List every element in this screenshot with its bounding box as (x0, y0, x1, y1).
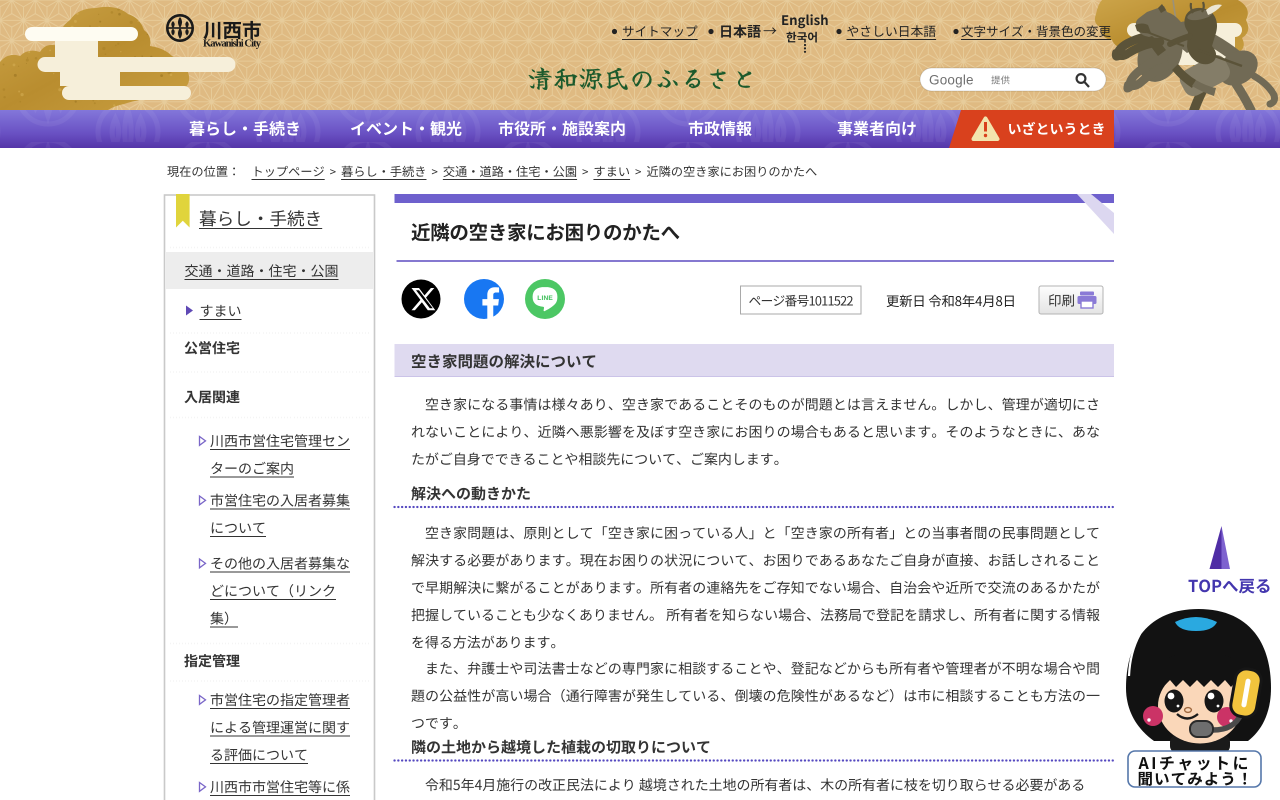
svg-text:LINE: LINE (537, 295, 553, 302)
svg-text:Kawanishi City: Kawanishi City (203, 39, 262, 50)
svg-text:Google: Google (929, 73, 974, 88)
